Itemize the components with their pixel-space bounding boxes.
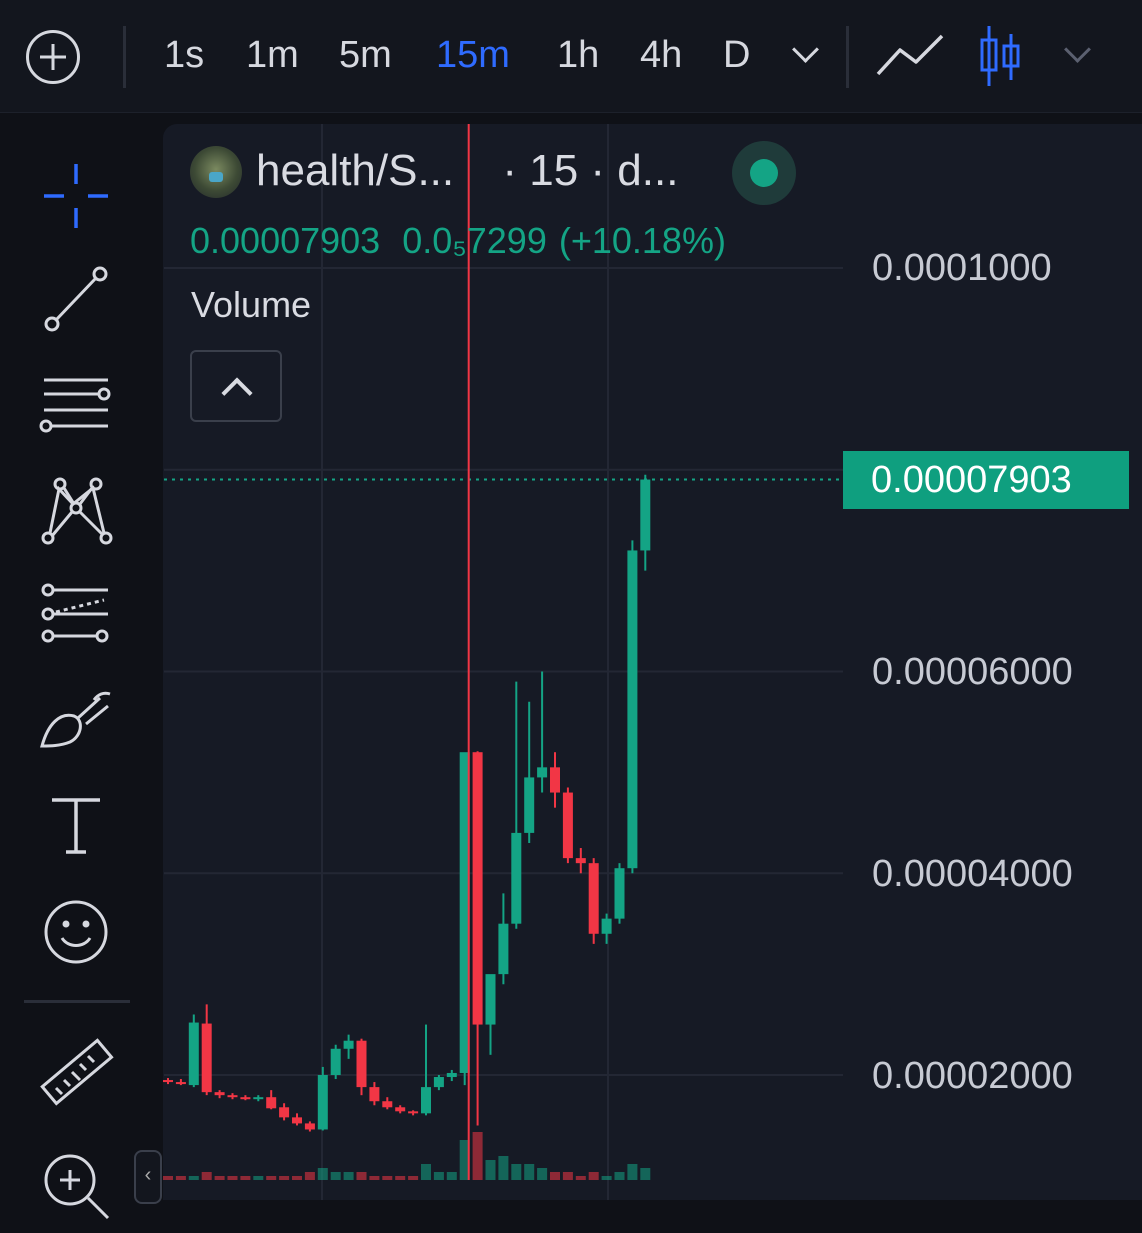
volume-bar	[433, 1172, 444, 1180]
y-tick-label: 0.00004000	[872, 853, 1073, 895]
candle-body	[395, 1107, 406, 1112]
volume-bar	[562, 1172, 573, 1180]
candle-body	[292, 1117, 302, 1124]
volume-bar	[640, 1168, 651, 1180]
market-status-indicator[interactable]	[732, 141, 796, 205]
volume-bar	[395, 1176, 406, 1180]
candle-body	[240, 1097, 251, 1100]
candle-body	[369, 1087, 380, 1102]
change-value: 0.0₅7299	[402, 220, 547, 261]
volume-bar	[304, 1172, 315, 1180]
volume-bar	[227, 1176, 238, 1180]
volume-bar	[511, 1164, 522, 1180]
candle-body	[214, 1092, 225, 1096]
volume-bar	[356, 1172, 367, 1180]
token-avatar	[190, 146, 242, 198]
candle-body	[627, 550, 638, 869]
candle-body	[175, 1082, 186, 1085]
candle-body	[575, 858, 586, 864]
volume-bar	[550, 1172, 560, 1180]
volume-bar	[537, 1168, 548, 1180]
candle-body	[498, 923, 509, 975]
volume-bar	[266, 1176, 277, 1180]
volume-bar	[485, 1160, 496, 1180]
candle-body	[550, 767, 560, 793]
candle-body	[163, 1080, 173, 1083]
candle-body	[266, 1097, 277, 1109]
status-dot	[750, 159, 778, 187]
candle-body	[343, 1040, 354, 1049]
candle-body	[614, 868, 625, 919]
volume-bar	[253, 1176, 264, 1180]
volume-bar	[240, 1176, 251, 1180]
candle-body	[304, 1123, 315, 1130]
candle-body	[433, 1077, 444, 1088]
candle-body	[472, 752, 483, 1025]
candle-body	[421, 1087, 431, 1114]
volume-bar	[382, 1176, 393, 1180]
symbol-legend[interactable]: health/S... · 15 · d...	[256, 146, 678, 196]
close-value: 0.00007903	[190, 220, 381, 261]
candle-body	[524, 777, 535, 833]
volume-bar	[614, 1172, 625, 1180]
candle-body	[511, 832, 522, 924]
candle-body	[562, 792, 573, 859]
collapse-toolbar-button[interactable]: ‹	[134, 1150, 162, 1204]
candle-body	[279, 1107, 290, 1118]
volume-bar	[524, 1164, 535, 1180]
candle-body	[201, 1023, 212, 1093]
volume-bar	[188, 1176, 199, 1180]
candle-body	[601, 918, 612, 934]
candle-body	[188, 1022, 199, 1086]
volume-label: Volume	[191, 284, 312, 325]
ohlc-values: 0.00007903 0.0₅7299 (+10.18%)	[190, 220, 748, 262]
y-tick-label: 0.00002000	[872, 1055, 1073, 1097]
volume-bar	[175, 1176, 186, 1180]
interval-text: · 15 · d...	[502, 146, 679, 195]
candle-body	[640, 479, 651, 551]
volume-bar	[601, 1176, 612, 1180]
volume-bar	[343, 1172, 354, 1180]
candle-body	[253, 1097, 264, 1100]
volume-bar	[214, 1176, 225, 1180]
volume-bar	[279, 1176, 290, 1180]
candle-body	[485, 974, 496, 1025]
volume-bar	[163, 1176, 173, 1180]
volume-bar	[317, 1168, 328, 1180]
volume-bar	[446, 1172, 457, 1180]
volume-bar	[330, 1172, 341, 1180]
volume-bar	[575, 1176, 586, 1180]
last-price-label: 0.00007903	[843, 451, 1129, 509]
symbol-name: health/S...	[256, 146, 455, 195]
candle-body	[227, 1095, 238, 1098]
candle-body	[408, 1111, 419, 1114]
volume-bar	[421, 1164, 431, 1180]
candle-body	[330, 1048, 341, 1075]
volume-bar	[588, 1172, 599, 1180]
y-tick-label: 0.00006000	[872, 651, 1073, 693]
candle-body	[537, 767, 548, 778]
volume-bar	[408, 1176, 419, 1180]
volume-bar	[472, 1132, 483, 1180]
y-tick-label: 0.0001000	[872, 247, 1052, 289]
candle-body	[382, 1101, 393, 1108]
candle-body	[356, 1040, 367, 1088]
volume-bar	[292, 1176, 302, 1180]
volume-bar	[369, 1176, 380, 1180]
candle-body	[446, 1072, 457, 1078]
candle-body	[317, 1075, 328, 1130]
volume-bar	[627, 1164, 638, 1180]
volume-bar	[201, 1172, 212, 1180]
candle-body	[588, 863, 599, 934]
collapse-legend-button[interactable]	[190, 350, 282, 422]
volume-bar	[498, 1156, 509, 1180]
change-percent: (+10.18%)	[558, 220, 726, 261]
